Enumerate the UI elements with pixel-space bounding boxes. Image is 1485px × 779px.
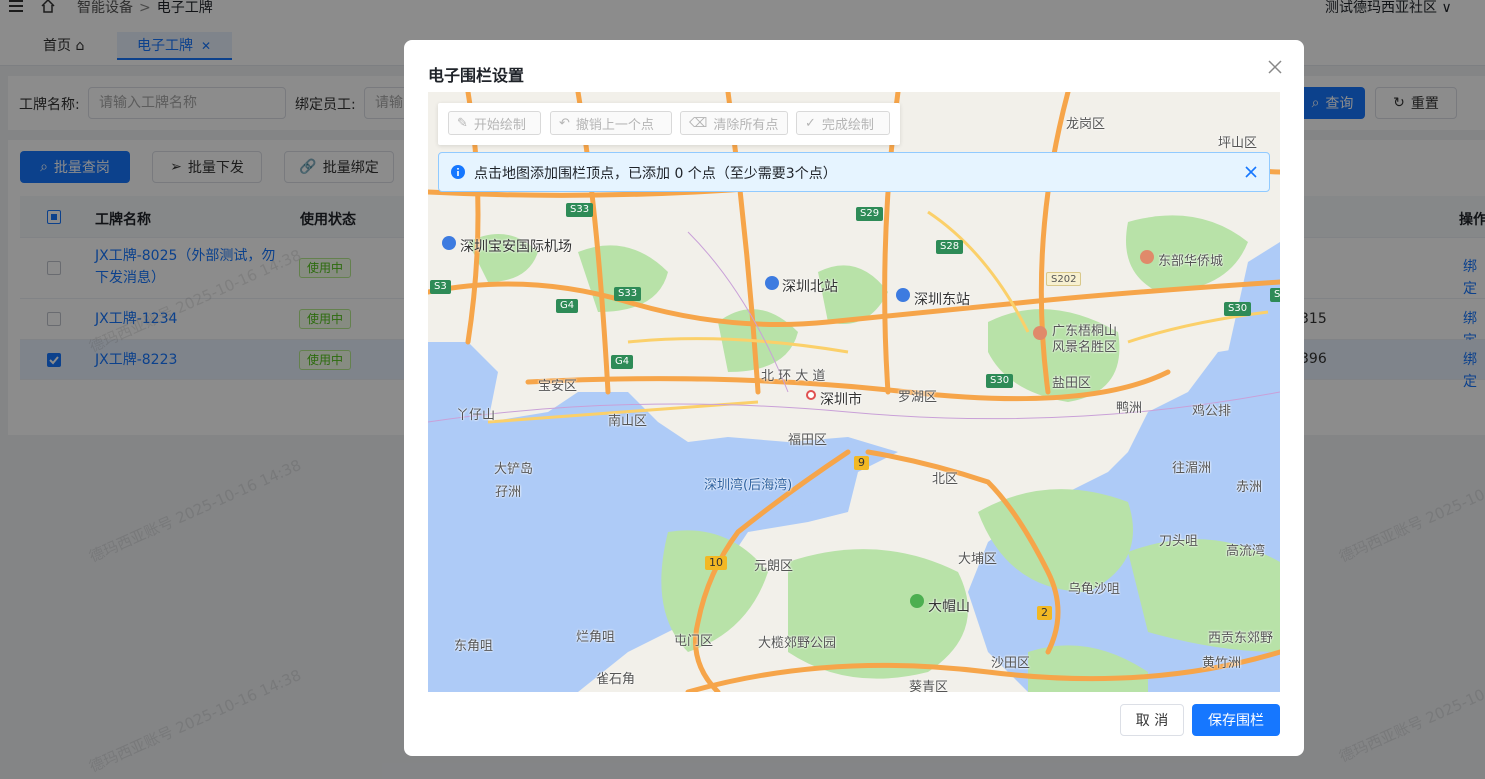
highway-shield: G4 <box>556 299 579 313</box>
map-label: 大埔区 <box>958 552 998 567</box>
map-label: 北 环 大 道 <box>761 369 826 384</box>
map-label: 盐田区 <box>1052 376 1092 391</box>
highway-shield: S3 <box>430 280 451 294</box>
info-icon <box>451 165 465 179</box>
map-label: 元朗区 <box>754 559 794 574</box>
map-label: 龙岗区 <box>1066 117 1106 132</box>
map-label: 大帽山 <box>928 599 970 615</box>
map-label: 沙田区 <box>991 656 1031 671</box>
map-label: 罗湖区 <box>898 390 938 405</box>
highway-shield: S33 <box>614 287 642 301</box>
alert-message: 点击地图添加围栏顶点，已添加 0 个点（至少需要3个点） <box>474 166 837 182</box>
map-label: 黄竹洲 <box>1202 656 1242 671</box>
start-draw-button[interactable]: ✎ 开始绘制 <box>448 111 541 135</box>
mountain-icon <box>910 594 924 608</box>
close-icon[interactable] <box>1266 58 1284 76</box>
finish-draw-label: 完成绘制 <box>821 117 874 133</box>
undo-icon: ↶ <box>559 115 570 131</box>
airport-icon <box>442 236 456 250</box>
map-label: 葵青区 <box>909 680 949 692</box>
highway-shield: 9 <box>854 456 869 470</box>
map-label: 福田区 <box>788 433 828 448</box>
map-label: 往湄洲 <box>1172 461 1212 476</box>
map-label: 赤洲 <box>1236 480 1263 495</box>
poi-icon <box>1140 250 1154 264</box>
highway-shield: S202 <box>1046 272 1082 286</box>
map-label: 高流湾 <box>1226 544 1266 559</box>
dialog-title: 电子围栏设置 <box>428 66 525 85</box>
map-label: 东部华侨城 <box>1158 254 1224 269</box>
info-alert: 点击地图添加围栏顶点，已添加 0 个点（至少需要3个点） <box>438 152 1270 192</box>
map-label: 坪山区 <box>1218 136 1258 151</box>
map-canvas[interactable]: S33 S3 G4 S33 G4 S29 S28 S202 S30 S30 9 … <box>428 92 1280 692</box>
undo-point-button[interactable]: ↶ 撤销上一个点 <box>550 111 672 135</box>
geofence-dialog: 电子围栏设置 S33 S3 G4 S33 G4 S29 S28 S202 S30… <box>404 40 1304 756</box>
map-label: 深圳宝安国际机场 <box>460 239 572 255</box>
map-label: 乌龟沙咀 <box>1068 582 1121 597</box>
map-label: 风景名胜区 <box>1052 340 1118 355</box>
highway-shield: 10 <box>705 556 727 570</box>
map-label: 鸡公排 <box>1192 404 1232 419</box>
edit-icon: ✎ <box>457 115 468 131</box>
station-icon <box>896 288 910 302</box>
map-label: 烂角咀 <box>576 630 616 645</box>
cancel-button[interactable]: 取 消 <box>1120 704 1184 736</box>
map-label: 屯门区 <box>674 634 714 649</box>
poi-icon <box>1033 326 1047 340</box>
map-label: 西贡东郊野 <box>1208 631 1274 646</box>
map-label: 雀石角 <box>596 672 636 687</box>
clear-points-label: 清除所有点 <box>713 117 779 133</box>
map-label: 大铲岛 <box>494 462 534 477</box>
close-icon[interactable] <box>1245 166 1257 178</box>
undo-point-label: 撤销上一个点 <box>575 117 654 133</box>
clear-points-button[interactable]: ⌫ 清除所有点 <box>680 111 788 135</box>
map-label: 鸭洲 <box>1116 401 1143 416</box>
highway-shield: S3 <box>1270 288 1280 302</box>
map-label: 深圳东站 <box>914 292 970 308</box>
map-label: 大榄郊野公园 <box>758 636 837 651</box>
highway-shield: S30 <box>986 374 1014 388</box>
finish-draw-button[interactable]: ✓ 完成绘制 <box>796 111 890 135</box>
map-label: 深圳市 <box>820 392 862 408</box>
map-label: 北区 <box>932 472 959 487</box>
save-fence-button[interactable]: 保存围栏 <box>1192 704 1280 736</box>
map-label: 东角咀 <box>454 639 494 654</box>
draw-toolbar: ✎ 开始绘制 ↶ 撤销上一个点 ⌫ 清除所有点 ✓ 完成绘制 <box>438 103 900 145</box>
highway-shield: S28 <box>936 240 964 254</box>
highway-shield: S29 <box>856 207 884 221</box>
map-label: 孖洲 <box>495 485 522 500</box>
highway-shield: 2 <box>1037 606 1052 620</box>
map-label: 南山区 <box>608 414 648 429</box>
city-marker-icon <box>806 390 816 400</box>
station-icon <box>765 276 779 290</box>
map-label: 刀头咀 <box>1159 534 1199 549</box>
map-label: 深圳湾(后海湾) <box>704 478 793 493</box>
check-icon: ✓ <box>805 115 816 131</box>
map-label: 宝安区 <box>538 379 578 394</box>
map-label: 丫仔山 <box>456 408 496 423</box>
highway-shield: G4 <box>611 355 634 369</box>
highway-shield: S30 <box>1224 302 1252 316</box>
eraser-icon: ⌫ <box>689 115 708 131</box>
map-label: 深圳北站 <box>782 279 838 295</box>
highway-shield: S33 <box>566 203 594 217</box>
start-draw-label: 开始绘制 <box>473 117 526 133</box>
